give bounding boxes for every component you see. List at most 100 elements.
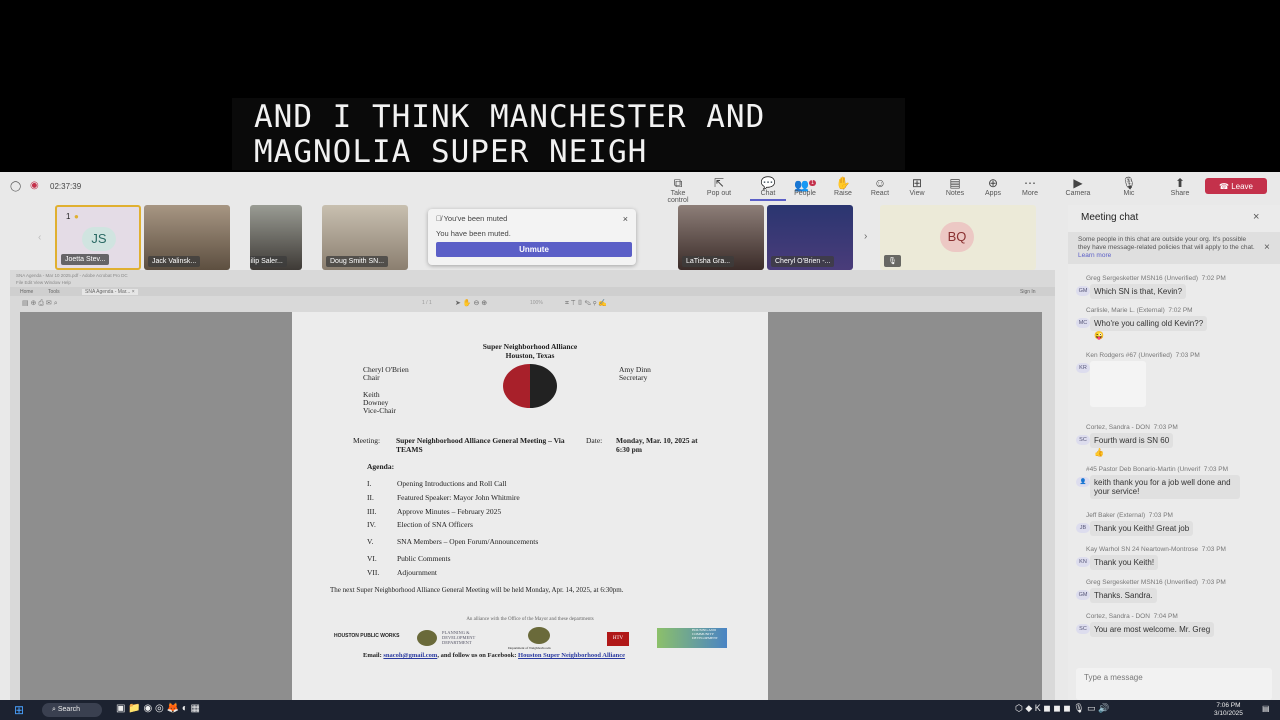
agenda-number: III. <box>367 507 377 516</box>
toolbar-take-control-button[interactable]: ⧉ Take control <box>660 176 696 204</box>
toolbar-camera-button[interactable]: ▶ Camera <box>1060 176 1096 197</box>
caption-line-2: MAGNOLIA SUPER NEIGH <box>254 134 648 170</box>
logo-planning: PLANNING & DEVELOPMENT DEPARTMENT <box>442 630 476 645</box>
close-icon[interactable]: × <box>623 214 628 224</box>
tab-home[interactable]: Home <box>20 289 33 295</box>
message-sender: Cortez, Sandra - DON <box>1086 613 1150 620</box>
agenda-item: Election of SNA Officers <box>397 520 473 529</box>
close-chat-icon[interactable]: × <box>1253 211 1259 223</box>
unmute-button[interactable]: Unmute <box>436 242 632 257</box>
email-link[interactable]: snacoh@gmail.com <box>383 652 437 659</box>
chat-message: Ken Rodgers #67 (Unverified) 7:03 PM KR <box>1076 352 1200 409</box>
taskbar-search[interactable]: ⌕ Search <box>42 703 102 717</box>
mic-icon: 🎙 <box>1121 176 1137 190</box>
chat-message: Kay Warhol SN 24 Neartown-Montrose 7:03 … <box>1076 546 1226 570</box>
reaction-emoji: 😜 <box>1094 331 1104 340</box>
toolbar-label: React <box>870 190 890 197</box>
toolbar-apps-button[interactable]: ⊕ Apps <box>975 176 1011 197</box>
toolbar-pop-out-button[interactable]: ⇱ Pop out <box>701 176 737 197</box>
agenda-number: II. <box>367 493 374 502</box>
message-time: 7:03 PM <box>1201 579 1226 586</box>
agenda-number: I. <box>367 479 372 488</box>
taskbar-app-icons[interactable]: ▣ 📁 ◉ ◎ 🦊 ◐ ▦ <box>116 703 200 714</box>
notifications-icon[interactable]: ▤ <box>1262 704 1270 713</box>
participant-tile[interactable]: 1 ● JS Joetta Stev... <box>55 205 141 270</box>
message-sender: #45 Pastor Deb Bonario-Martin (Unverif <box>1086 466 1201 473</box>
toolbar-more-button[interactable]: ⋯ More <box>1012 176 1048 197</box>
alliance-note: An alliance with the Office of the Mayor… <box>466 617 594 622</box>
participant-tile[interactable]: LaTisha Gra... <box>678 205 764 270</box>
toolbar-mic-button[interactable]: 🎙 Mic <box>1111 176 1147 197</box>
page-indicator[interactable]: 1 / 1 <box>422 300 432 306</box>
system-tray-icons[interactable]: ⬡ ◆ K ◼ ◼ ◼ 🎙 ▭ 🔊 <box>1015 703 1109 714</box>
toolbar-view-button[interactable]: ⊞ View <box>899 176 935 197</box>
city-seal-icon <box>417 630 437 646</box>
meeting-chat-panel: Meeting chat × Some people in this chat … <box>1068 205 1280 700</box>
view-tools-icons[interactable]: ➤ ✋ ⊖ ⊕ <box>455 299 487 307</box>
windows-start-icon[interactable]: ⊞ <box>14 703 24 717</box>
toolbar-label: Share <box>1170 190 1190 197</box>
toolbar-label: Take control <box>667 190 689 204</box>
participant-tile[interactable]: BQ 🎙 <box>880 205 1036 270</box>
sign-in-link[interactable]: Sign In <box>1020 289 1036 295</box>
chat-icon: 💬 <box>760 176 776 190</box>
dismiss-notice-icon[interactable]: × <box>1264 242 1270 253</box>
participant-tile[interactable]: Cheryl O'Brien -... <box>767 205 853 270</box>
message-sender: Greg Sergesketter MSN16 (Unverified) <box>1086 579 1198 586</box>
message-sender: Carlisle, Marie L. (External) <box>1086 307 1165 314</box>
toolbar-raise-button[interactable]: ✋ Raise <box>825 176 861 197</box>
sender-avatar: KN <box>1076 557 1090 567</box>
chat-message: Cortez, Sandra - DON 7:04 PM SC You are mo… <box>1076 613 1215 637</box>
agenda-number: VI. <box>367 554 377 563</box>
facebook-link[interactable]: Houston Super Neighborhood Alliance <box>518 652 625 659</box>
chat-message: Jeff Baker (External) 7:03 PM JB Thank you… <box>1076 512 1194 536</box>
next-participants-icon[interactable]: › <box>864 231 867 242</box>
message-text: Who're you calling old Kevin?? <box>1090 316 1208 331</box>
toolbar-share-button[interactable]: ⬆ Share <box>1162 176 1198 197</box>
agenda-item: Public Comments <box>397 554 451 563</box>
chat-message: Greg Sergesketter MSN16 (Unverified) 7:0… <box>1076 579 1226 603</box>
take-control-icon: ⧉ <box>673 176 683 190</box>
hand-icon: ● <box>74 212 79 221</box>
toolbar-label: More <box>1022 190 1038 197</box>
tab-document[interactable]: SNA Agenda - Mar... × <box>82 289 138 295</box>
message-text: Fourth ward is SN 60 <box>1090 433 1174 448</box>
toolbar-chat-button[interactable]: 💬 Chat <box>750 176 786 201</box>
learn-more-link[interactable]: Learn more <box>1078 252 1111 259</box>
zoom-level[interactable]: 100% <box>530 300 543 306</box>
view-icon: ⊞ <box>911 176 923 190</box>
file-tools-icons[interactable]: ▤ ⊕ ⎙ ✉ ⌕ <box>22 299 58 308</box>
sna-logo <box>503 364 557 408</box>
menu-bar[interactable]: File Edit View Window Help <box>16 280 71 285</box>
live-caption: AND I THINK MANCHESTER AND MAGNOLIA SUPE… <box>232 98 905 170</box>
participant-tile[interactable]: Philip Saler... <box>250 205 302 270</box>
avatar: BQ <box>940 222 974 252</box>
date-label: Date: <box>586 436 603 445</box>
annotation-tools-icons[interactable]: ⌗ ⊤ ▯ ✎ ⚲ ✍ <box>565 299 607 308</box>
raised-hand-badge: 1 <box>66 212 71 221</box>
leave-button[interactable]: ☎ Leave <box>1205 178 1267 194</box>
logo-housing: HOUSING AND COMMUNITY DEVELOPMENT <box>657 628 727 648</box>
toolbar-react-button[interactable]: ☺ React <box>862 176 898 197</box>
agenda-item: SNA Members – Open Forum/Announcements <box>397 537 539 546</box>
participant-tile[interactable]: Jack Valinsk... <box>144 205 230 270</box>
message-sender: Kay Warhol SN 24 Neartown-Montrose <box>1086 546 1199 553</box>
toolbar-notes-button[interactable]: ▤ Notes <box>937 176 973 197</box>
message-image[interactable] <box>1090 361 1146 407</box>
message-time: 7:02 PM <box>1201 275 1226 282</box>
pop-out-icon: ⇱ <box>713 176 725 190</box>
tab-tools[interactable]: Tools <box>48 289 60 295</box>
message-sender: Cortez, Sandra - DON <box>1086 424 1150 431</box>
message-input[interactable]: Type a message <box>1076 668 1272 700</box>
prev-participants-icon[interactable]: ‹ <box>38 232 41 243</box>
sender-avatar: SC <box>1076 624 1090 634</box>
message-time: 7:03 PM <box>1203 466 1229 473</box>
share-icon: ⬆ <box>1174 176 1186 190</box>
toolbar-people-button[interactable]: 👥 1 People <box>787 176 823 197</box>
vice-chair: Keith Downey Vice-Chair <box>363 390 396 415</box>
chat-message: Greg Sergesketter MSN16 (Unverified) 7:0… <box>1076 275 1226 299</box>
message-time: 7:03 PM <box>1201 546 1226 553</box>
date-value: Monday, Mar. 10, 2025 at 6:30 pm <box>616 436 698 454</box>
participant-tile[interactable]: Doug Smith SN... <box>322 205 408 270</box>
chat-message: #45 Pastor Deb Bonario-Martin (Unverif 7… <box>1076 466 1240 499</box>
